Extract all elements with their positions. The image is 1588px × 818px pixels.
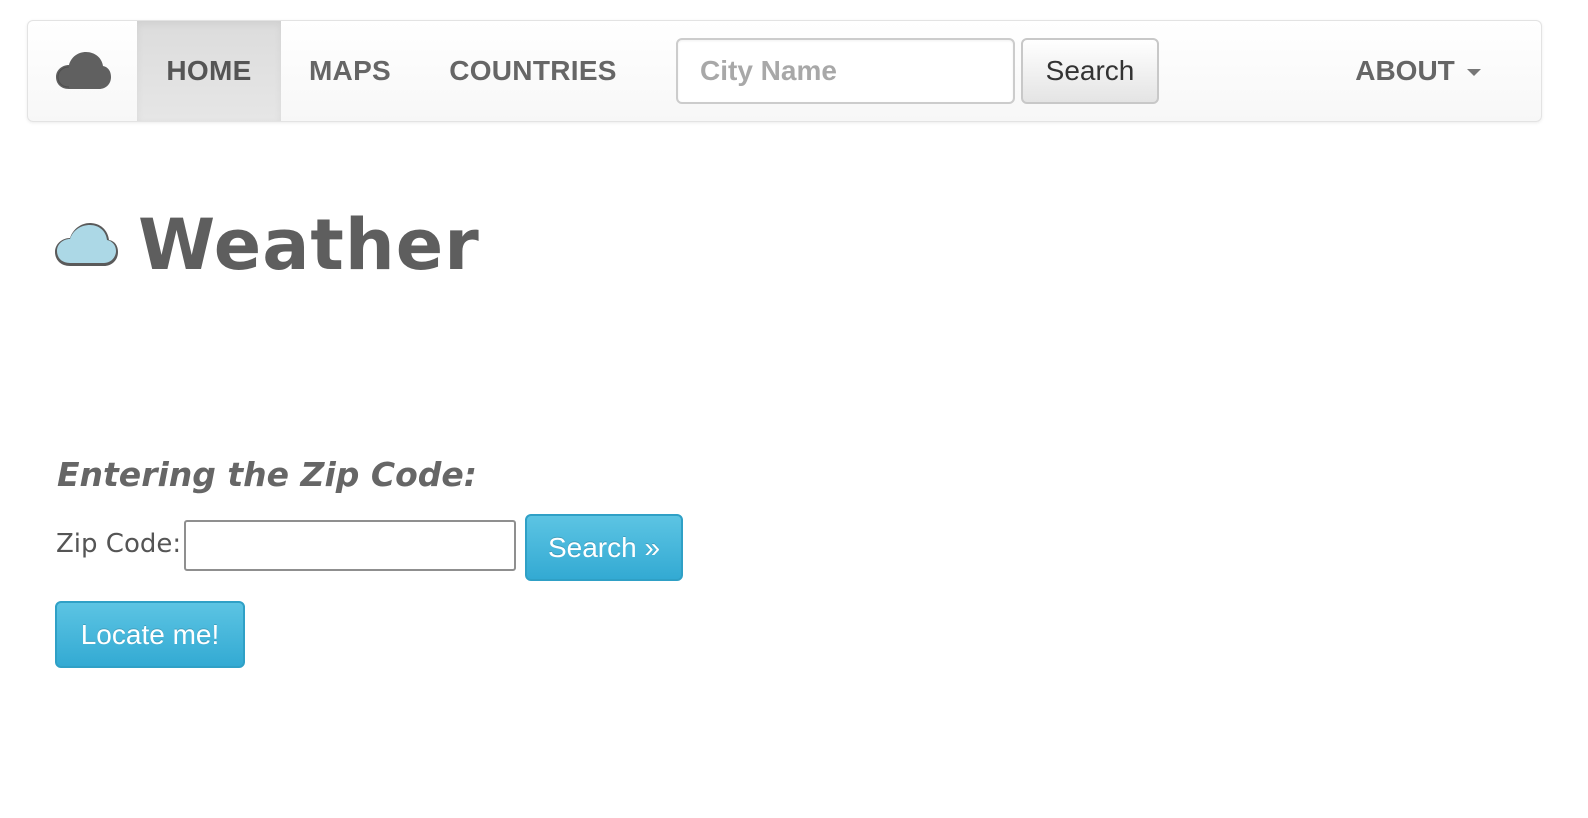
locate-me-button[interactable]: Locate me! <box>55 601 245 668</box>
cloud-icon <box>55 223 118 266</box>
caret-down-icon <box>1466 69 1481 76</box>
nav-countries[interactable]: COUNTRIES <box>419 21 647 121</box>
navbar: HOME MAPS COUNTRIES Search ABOUT <box>27 20 1542 122</box>
city-search-input[interactable] <box>676 38 1015 104</box>
nav-home-label: HOME <box>166 55 252 86</box>
cloud-icon <box>55 52 111 89</box>
city-search-button[interactable]: Search <box>1021 38 1159 104</box>
about-dropdown[interactable]: ABOUT <box>1328 21 1508 121</box>
nav-home[interactable]: HOME <box>137 21 281 121</box>
zip-code-input[interactable] <box>184 520 516 571</box>
nav-countries-label: COUNTRIES <box>449 55 617 86</box>
nav-maps[interactable]: MAPS <box>281 21 419 121</box>
about-label: ABOUT <box>1355 55 1455 86</box>
zip-section-heading: Entering the Zip Code: <box>57 455 477 494</box>
brand-logo[interactable] <box>28 21 137 121</box>
page-title: Weather <box>138 204 480 286</box>
page-header: Weather <box>54 195 480 295</box>
nav-maps-label: MAPS <box>308 55 392 86</box>
zip-search-button[interactable]: Search » <box>525 514 683 581</box>
zip-code-label: Zip Code: <box>56 529 182 559</box>
